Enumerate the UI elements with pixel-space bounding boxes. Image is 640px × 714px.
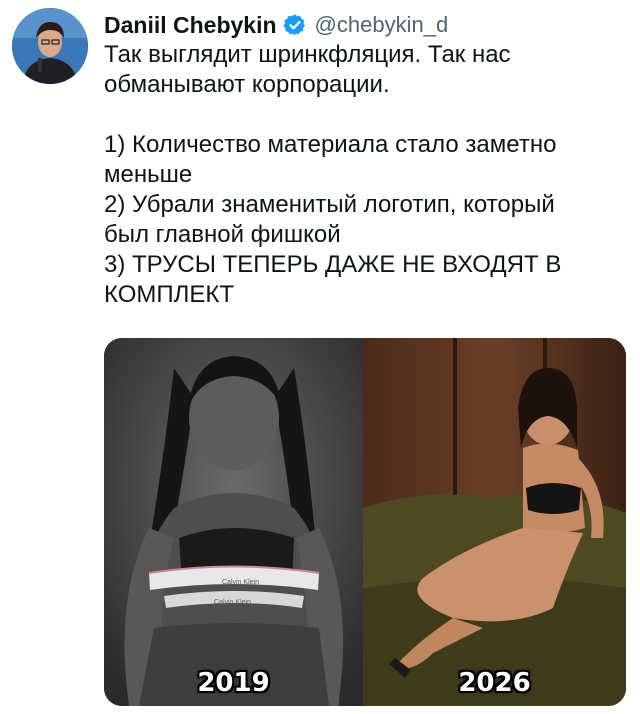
tweet-header: Daniil Chebykin @chebykin_d	[104, 10, 448, 40]
tweet-line: 3) ТРУСЫ ТЕПЕРЬ ДАЖЕ НЕ ВХОДЯТ В	[104, 251, 562, 278]
tweet-text: Так выглядит шринкфляция. Так нас обманы…	[104, 40, 624, 310]
waistband-logo-2: Calvin Klein	[214, 599, 251, 606]
tweet-line: 2) Убрали знаменитый логотип, который	[104, 191, 555, 218]
avatar-photo	[12, 8, 88, 84]
waistband-logo: Calvin Klein	[222, 579, 259, 586]
verified-badge-icon	[283, 14, 305, 36]
author-name[interactable]: Daniil Chebykin	[104, 12, 277, 39]
tweet-line: КОМПЛЕКТ	[104, 281, 235, 308]
author-handle[interactable]: @chebykin_d	[315, 12, 449, 38]
tweet-line: Так выглядит шринкфляция. Так нас	[104, 41, 511, 68]
year-label-left: 2019	[197, 668, 270, 698]
tweet-line: меньше	[104, 161, 193, 188]
year-label-right: 2026	[458, 668, 531, 698]
photo-2019: Calvin Klein Calvin Klein	[104, 338, 363, 706]
image-left[interactable]: Calvin Klein Calvin Klein 2019	[104, 338, 363, 706]
tweet-line: был главной фишкой	[104, 221, 341, 248]
photo-2026	[363, 338, 626, 706]
tweet-line: 1) Количество материала стало заметно	[104, 131, 557, 158]
image-right[interactable]: 2026	[363, 338, 626, 706]
tweet-media[interactable]: Calvin Klein Calvin Klein 2019 2026	[104, 338, 626, 706]
author-avatar[interactable]	[12, 8, 88, 84]
tweet-line: обманывают корпорации.	[104, 71, 390, 98]
